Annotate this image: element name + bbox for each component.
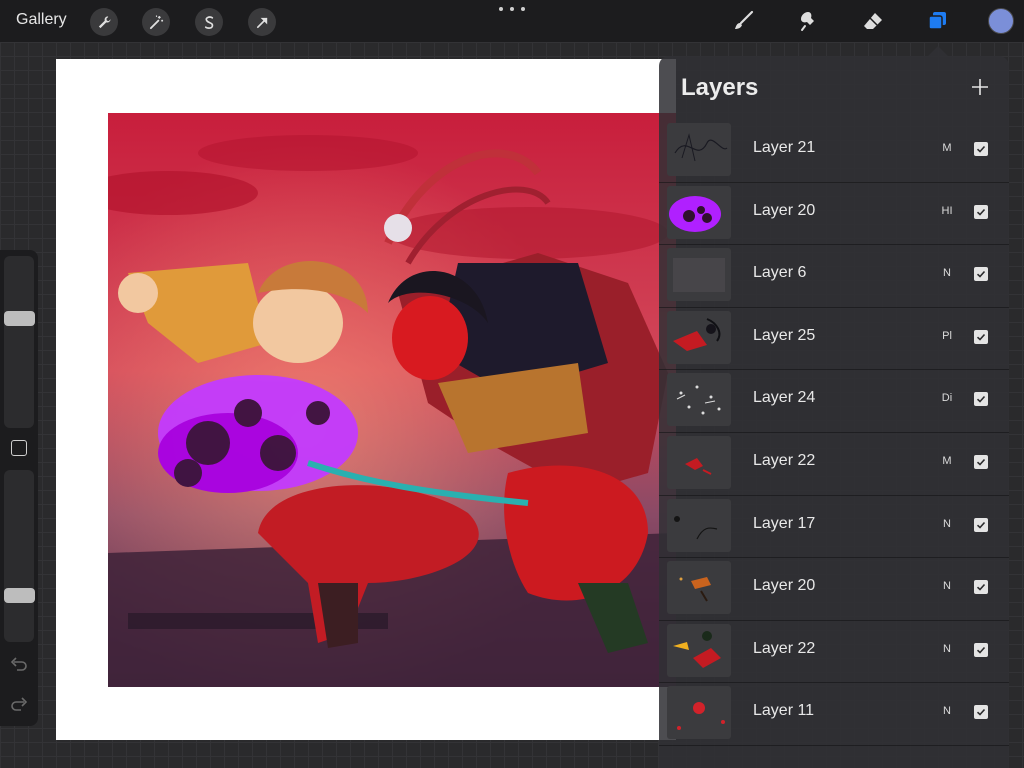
brush-icon[interactable] xyxy=(729,6,759,36)
selection-icon[interactable] xyxy=(195,8,223,36)
checkmark-icon xyxy=(976,145,986,153)
smudge-icon[interactable] xyxy=(793,6,823,36)
layer-thumbnail[interactable] xyxy=(667,435,731,489)
layer-row[interactable]: Layer 22 N xyxy=(659,621,1009,684)
visibility-checkbox[interactable] xyxy=(974,142,988,156)
layer-name: Layer 24 xyxy=(753,389,816,407)
layers-icon[interactable] xyxy=(922,6,952,36)
blend-mode-button[interactable]: N xyxy=(935,580,959,592)
layer-thumbnail[interactable] xyxy=(667,498,731,552)
checkmark-icon xyxy=(976,208,986,216)
layer-thumbnail[interactable] xyxy=(667,185,731,239)
magic-wand-icon[interactable] xyxy=(142,8,170,36)
layer-row[interactable]: Layer 24 Di xyxy=(659,370,1009,433)
more-options-icon[interactable] xyxy=(499,2,525,16)
layer-row[interactable]: Layer 22 M xyxy=(659,433,1009,496)
brush-size-thumb[interactable] xyxy=(4,310,35,326)
brush-size-slider[interactable] xyxy=(4,256,34,428)
left-sidebar xyxy=(0,250,38,726)
checkmark-icon xyxy=(976,646,986,654)
top-toolbar: Gallery xyxy=(0,0,1024,42)
layer-name: Layer 11 xyxy=(753,702,815,720)
opacity-slider[interactable] xyxy=(4,470,34,642)
layers-panel: Layers Layer 21 M Layer 20 HI Layer 6 N Layer … xyxy=(659,56,1009,768)
layers-title: Layers xyxy=(681,74,759,101)
visibility-checkbox[interactable] xyxy=(974,580,988,595)
layer-name: Layer 17 xyxy=(753,514,816,532)
color-picker-swatch[interactable] xyxy=(988,8,1014,34)
checkmark-icon xyxy=(976,458,986,466)
layer-thumbnail[interactable] xyxy=(667,623,731,677)
transform-arrow-icon[interactable] xyxy=(248,8,276,36)
checkmark-icon xyxy=(976,333,986,341)
layer-row[interactable]: Layer 21 M xyxy=(659,120,1009,183)
opacity-thumb[interactable] xyxy=(4,587,35,603)
eraser-icon[interactable] xyxy=(858,6,888,36)
modify-button[interactable] xyxy=(11,440,27,456)
layer-row[interactable]: Layer 11 N xyxy=(659,683,1009,746)
artwork-canvas[interactable] xyxy=(108,113,676,687)
visibility-checkbox[interactable] xyxy=(974,392,988,407)
layer-row[interactable]: Layer 17 N xyxy=(659,496,1009,559)
layer-row[interactable]: Layer 25 Pl xyxy=(659,308,1009,371)
blend-mode-button[interactable]: N xyxy=(935,643,959,655)
layer-name: Layer 21 xyxy=(753,139,816,156)
visibility-checkbox[interactable] xyxy=(974,642,988,657)
layer-thumbnail[interactable] xyxy=(667,373,731,427)
visibility-checkbox[interactable] xyxy=(974,517,988,532)
blend-mode-button[interactable]: M xyxy=(935,455,959,467)
blend-mode-button[interactable]: N xyxy=(935,705,959,717)
visibility-checkbox[interactable] xyxy=(974,454,988,469)
layer-name: Layer 22 xyxy=(753,639,816,657)
panel-notch xyxy=(928,46,948,56)
wrench-icon[interactable] xyxy=(90,8,118,36)
layer-thumbnail[interactable] xyxy=(667,123,731,176)
layer-thumbnail[interactable] xyxy=(667,686,731,740)
checkmark-icon xyxy=(976,271,986,278)
blend-mode-button[interactable]: Di xyxy=(935,392,959,404)
checkmark-icon xyxy=(976,396,986,404)
layer-list: Layer 21 M Layer 20 HI Layer 6 N Layer 25 Pl Lay… xyxy=(659,120,1009,746)
gallery-button[interactable]: Gallery xyxy=(16,11,67,29)
visibility-checkbox[interactable] xyxy=(974,705,988,720)
layer-thumbnail[interactable] xyxy=(667,310,731,364)
blend-mode-button[interactable]: HI xyxy=(935,205,959,217)
layer-name: Layer 22 xyxy=(753,451,816,469)
layer-name: Layer 6 xyxy=(753,264,807,282)
checkmark-icon xyxy=(976,521,986,529)
layer-name: Layer 20 xyxy=(753,577,816,595)
redo-icon[interactable] xyxy=(10,695,28,713)
layer-thumbnail[interactable] xyxy=(667,248,731,302)
blend-mode-button[interactable]: N xyxy=(935,267,959,279)
blend-mode-button[interactable]: M xyxy=(935,142,959,154)
add-layer-icon[interactable] xyxy=(969,76,991,98)
layer-row[interactable]: Layer 20 HI xyxy=(659,183,1009,246)
layer-name: Layer 25 xyxy=(753,326,816,344)
blend-mode-button[interactable]: Pl xyxy=(935,330,959,342)
visibility-checkbox[interactable] xyxy=(974,267,988,282)
checkmark-icon xyxy=(976,709,986,716)
layer-row[interactable]: Layer 20 N xyxy=(659,558,1009,621)
layer-name: Layer 20 xyxy=(753,201,816,219)
undo-icon[interactable] xyxy=(10,655,28,673)
checkmark-icon xyxy=(976,584,986,591)
visibility-checkbox[interactable] xyxy=(974,329,988,344)
layer-row[interactable]: Layer 6 N xyxy=(659,245,1009,308)
blend-mode-button[interactable]: N xyxy=(935,518,959,530)
visibility-checkbox[interactable] xyxy=(974,204,988,219)
layer-thumbnail[interactable] xyxy=(667,561,731,615)
